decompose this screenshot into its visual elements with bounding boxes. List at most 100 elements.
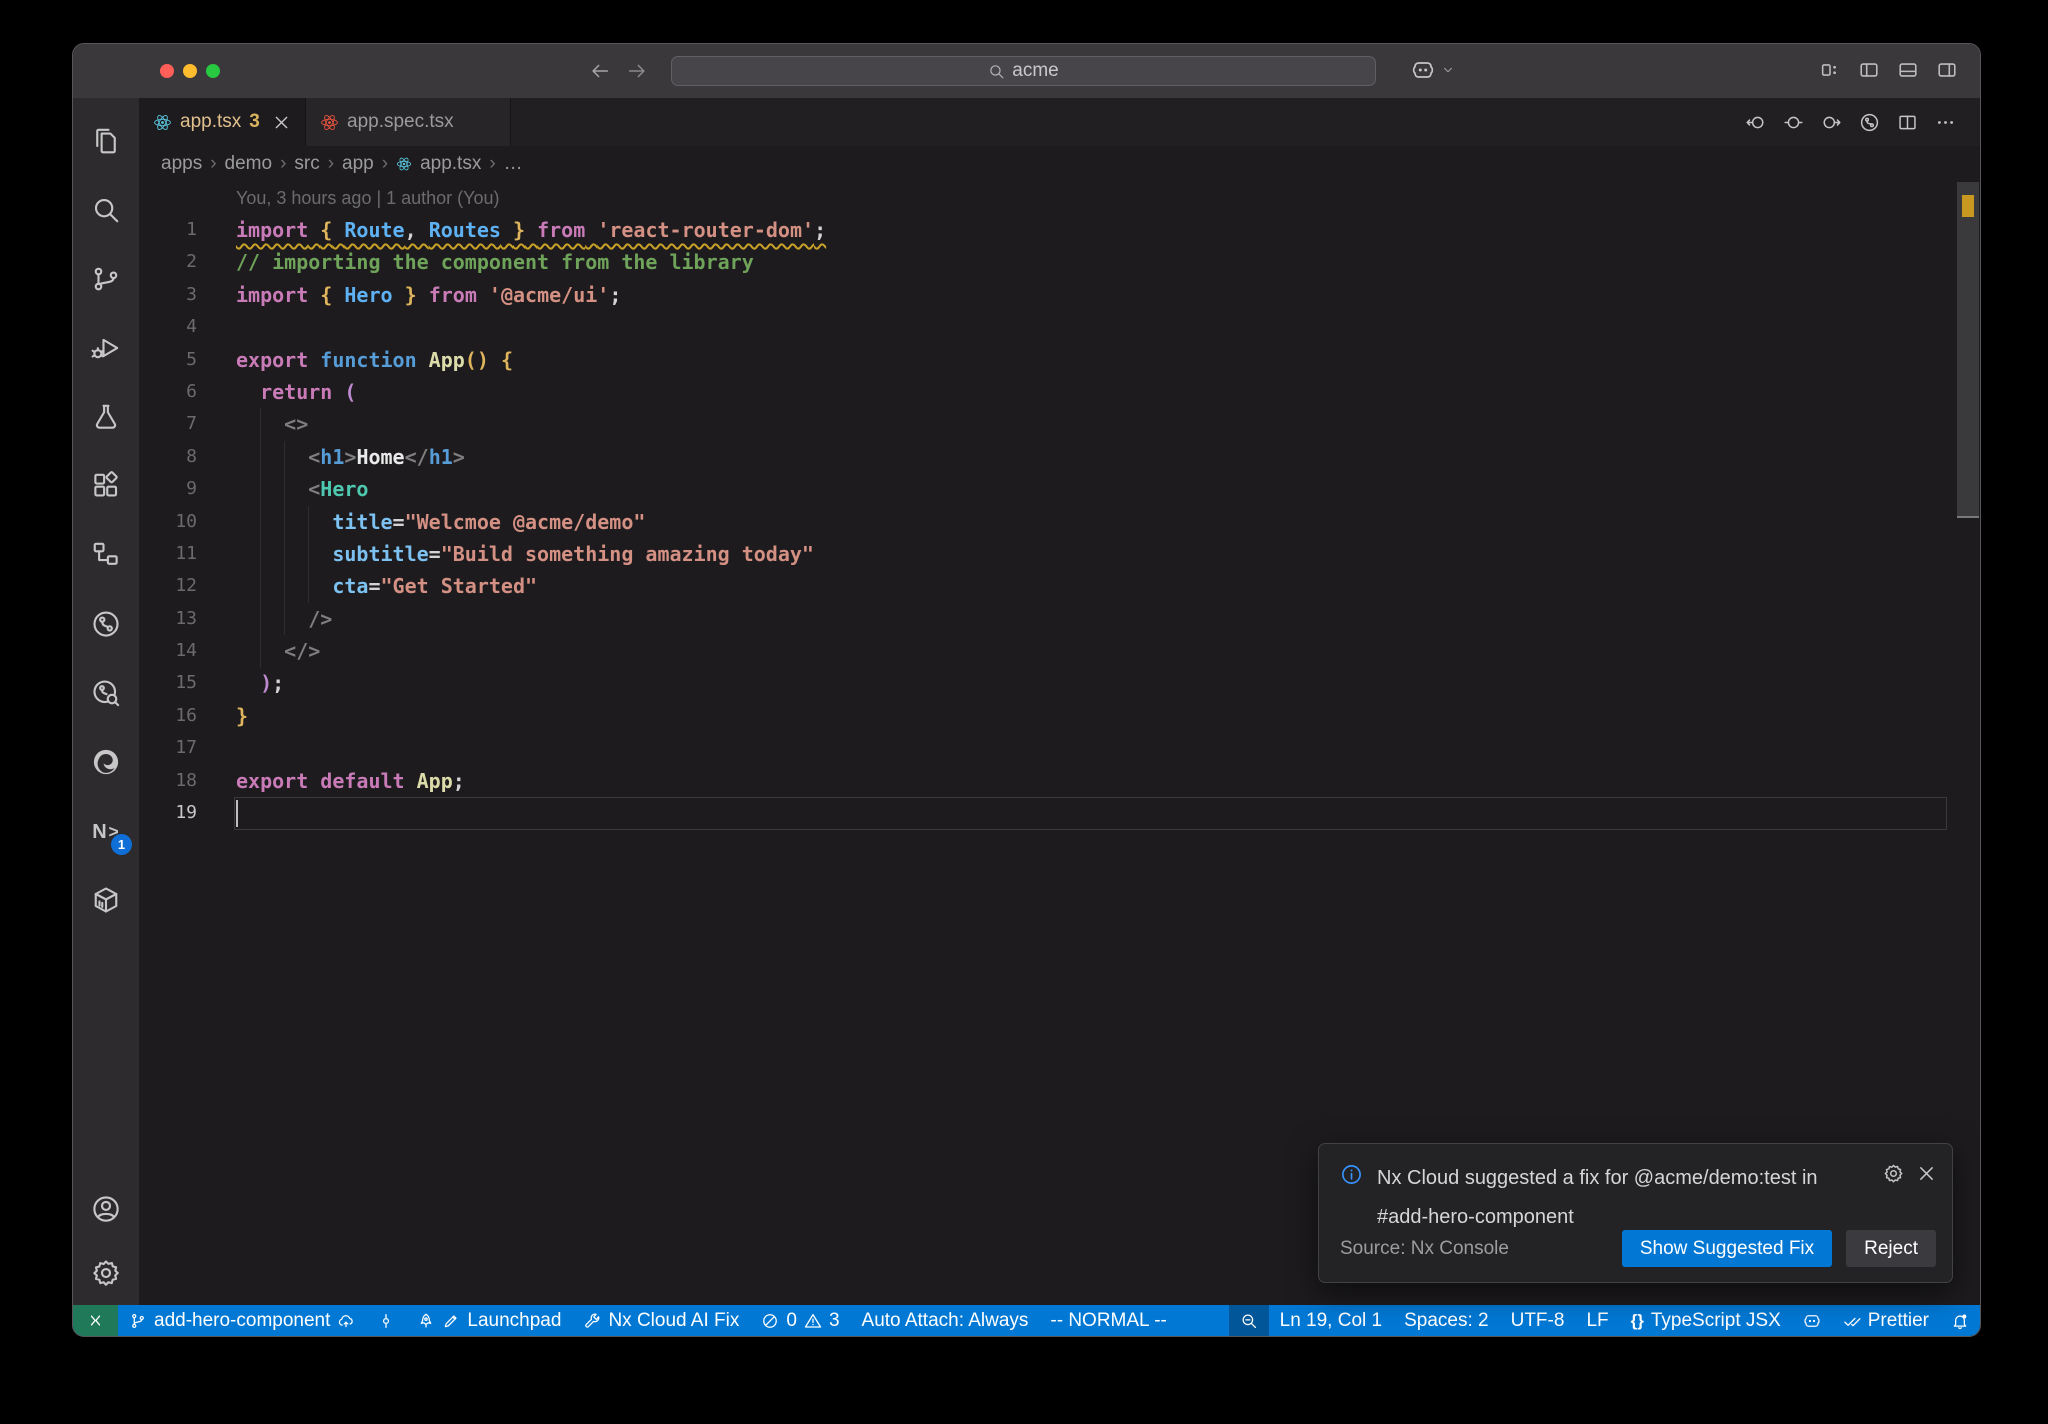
- code-line-5[interactable]: 5 export function App() {: [139, 344, 1980, 376]
- command-center-search[interactable]: acme: [671, 56, 1376, 86]
- line-number[interactable]: 17: [139, 732, 236, 764]
- activity-search[interactable]: [73, 175, 139, 244]
- tab-app-tsx[interactable]: app.tsx 3: [139, 98, 306, 146]
- tab-app-spec-tsx[interactable]: app.spec.tsx: [306, 98, 511, 146]
- activity-edge[interactable]: [73, 727, 139, 796]
- activity-hierarchy[interactable]: [73, 520, 139, 589]
- line-number[interactable]: 8: [139, 441, 236, 473]
- line-number[interactable]: 9: [139, 473, 236, 505]
- breadcrumb-item[interactable]: app: [342, 153, 374, 175]
- split-editor-icon[interactable]: [1897, 112, 1918, 133]
- code-line-3[interactable]: 3 import { Hero } from '@acme/ui';: [139, 279, 1980, 311]
- line-number[interactable]: 3: [139, 279, 236, 311]
- line-number[interactable]: 14: [139, 635, 236, 667]
- code-line-1[interactable]: 1 import { Route, Routes } from 'react-ro…: [139, 214, 1980, 246]
- breadcrumb-item[interactable]: apps: [161, 153, 202, 175]
- activity-nx[interactable]: N >1: [73, 796, 139, 865]
- status-nx-cloud-ai-fix[interactable]: Nx Cloud AI Fix: [572, 1305, 750, 1336]
- history-back-button[interactable]: [589, 60, 611, 82]
- line-number[interactable]: 12: [139, 570, 236, 602]
- status-indentation[interactable]: Spaces: 2: [1393, 1305, 1500, 1336]
- code-line-19[interactable]: 19: [139, 797, 1980, 829]
- status-commit-graph[interactable]: [366, 1305, 406, 1336]
- toggle-secondary-sidebar-icon[interactable]: [1936, 59, 1958, 81]
- status-zoom-indicator[interactable]: [1228, 1305, 1269, 1336]
- code-line-15[interactable]: 15 );: [139, 667, 1980, 699]
- line-number[interactable]: 19: [139, 797, 236, 829]
- status-cursor-position[interactable]: Ln 19, Col 1: [1269, 1305, 1393, 1336]
- more-actions-icon[interactable]: [1935, 112, 1956, 133]
- close-tab-icon[interactable]: [272, 113, 291, 132]
- status-problems[interactable]: 03: [750, 1305, 850, 1336]
- code-line-4[interactable]: 4: [139, 311, 1980, 343]
- code-line-14[interactable]: 14 </>: [139, 635, 1980, 667]
- line-number[interactable]: 15: [139, 667, 236, 699]
- activity-extensions[interactable]: [73, 451, 139, 520]
- line-number[interactable]: 6: [139, 376, 236, 408]
- breadcrumb-item[interactable]: demo: [225, 153, 273, 175]
- activity-run-debug[interactable]: [73, 313, 139, 382]
- line-number[interactable]: 18: [139, 765, 236, 797]
- notification-close-icon[interactable]: [1916, 1163, 1937, 1184]
- code-line-9[interactable]: 9 <Hero: [139, 473, 1980, 505]
- code-line-11[interactable]: 11 subtitle="Build something amazing tod…: [139, 538, 1980, 570]
- activity-source-control[interactable]: [73, 244, 139, 313]
- minimize-window-button[interactable]: [183, 64, 197, 78]
- scrollbar-thumb[interactable]: [1957, 182, 1979, 518]
- activity-package[interactable]: [73, 865, 139, 934]
- gitlens-graph-icon[interactable]: [1859, 112, 1880, 133]
- line-number[interactable]: 1: [139, 214, 236, 246]
- code-editor[interactable]: You, 3 hours ago | 1 author (You) 1 impor…: [139, 182, 1980, 1305]
- activity-gitlens-search[interactable]: [73, 658, 139, 727]
- code-line-2[interactable]: 2// importing the component from the lib…: [139, 246, 1980, 278]
- reject-button[interactable]: Reject: [1846, 1230, 1936, 1267]
- nav-current-icon[interactable]: [1783, 112, 1804, 133]
- activity-explorer[interactable]: [73, 106, 139, 175]
- status-notifications-bell[interactable]: [1940, 1305, 1980, 1336]
- code-line-10[interactable]: 10 title="Welcmoe @acme/demo": [139, 506, 1980, 538]
- status-launchpad[interactable]: Launchpad: [406, 1305, 572, 1336]
- breadcrumb-item[interactable]: src: [294, 153, 319, 175]
- line-number[interactable]: 13: [139, 603, 236, 635]
- code-line-17[interactable]: 17: [139, 732, 1980, 764]
- history-forward-button[interactable]: [626, 60, 648, 82]
- toggle-panel-icon[interactable]: [1897, 59, 1919, 81]
- activity-gitlens[interactable]: [73, 589, 139, 658]
- code-line-18[interactable]: 18 export default App;: [139, 765, 1980, 797]
- close-window-button[interactable]: [160, 64, 174, 78]
- activity-account[interactable]: [73, 1177, 139, 1241]
- line-number[interactable]: 7: [139, 408, 236, 440]
- status-formatter[interactable]: Prettier: [1832, 1305, 1940, 1336]
- code-line-7[interactable]: 7 <>: [139, 408, 1980, 440]
- toggle-sidebar-icon[interactable]: [1858, 59, 1880, 81]
- status-language-mode[interactable]: {} TypeScript JSX: [1620, 1305, 1792, 1336]
- customize-layout-icon[interactable]: [1819, 59, 1841, 81]
- status-branch[interactable]: add-hero-component: [118, 1305, 366, 1336]
- status-vim-mode[interactable]: -- NORMAL --: [1039, 1305, 1177, 1336]
- line-number[interactable]: 5: [139, 344, 236, 376]
- status-eol[interactable]: LF: [1575, 1305, 1619, 1336]
- code-line-16[interactable]: 16}: [139, 700, 1980, 732]
- nav-forward-icon[interactable]: [1821, 112, 1842, 133]
- code-line-8[interactable]: 8 <h1>Home</h1>: [139, 441, 1980, 473]
- activity-settings[interactable]: [73, 1241, 139, 1305]
- line-number[interactable]: 4: [139, 311, 236, 343]
- notification-settings-icon[interactable]: [1883, 1163, 1904, 1184]
- copilot-menu-button[interactable]: [1411, 58, 1455, 82]
- show-suggested-fix-button[interactable]: Show Suggested Fix: [1621, 1230, 1833, 1267]
- code-line-12[interactable]: 12 cta="Get Started": [139, 570, 1980, 602]
- line-number[interactable]: 16: [139, 700, 236, 732]
- code-line-13[interactable]: 13 />: [139, 603, 1980, 635]
- line-number[interactable]: 10: [139, 506, 236, 538]
- status-encoding[interactable]: UTF-8: [1500, 1305, 1576, 1336]
- breadcrumb-item[interactable]: app.tsx: [420, 153, 481, 175]
- line-number[interactable]: 11: [139, 538, 236, 570]
- zoom-window-button[interactable]: [206, 64, 220, 78]
- code-line-6[interactable]: 6 return (: [139, 376, 1980, 408]
- remote-indicator[interactable]: [73, 1305, 118, 1336]
- status-auto-attach[interactable]: Auto Attach: Always: [851, 1305, 1040, 1336]
- activity-testing[interactable]: [73, 382, 139, 451]
- status-copilot-status[interactable]: [1792, 1305, 1832, 1336]
- nav-back-icon[interactable]: [1745, 112, 1766, 133]
- breadcrumb-item[interactable]: …: [504, 153, 523, 175]
